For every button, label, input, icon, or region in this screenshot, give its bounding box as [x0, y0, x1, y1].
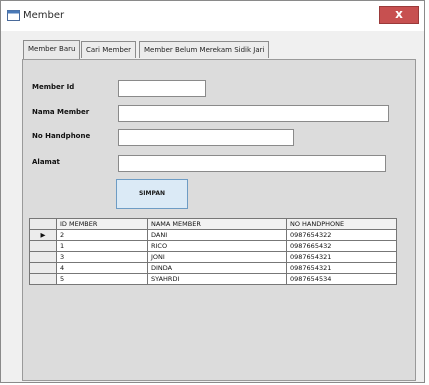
no-handphone-cell[interactable]: 0987654321	[286, 262, 397, 274]
row-selector[interactable]	[29, 262, 57, 274]
table-row[interactable]: 3 JONI 0987654321	[29, 251, 397, 263]
simpan-button[interactable]: SIMPAN	[116, 179, 188, 209]
tab-member-baru[interactable]: Member Baru	[23, 40, 81, 59]
nama-member-cell[interactable]: DINDA	[147, 262, 287, 274]
nama-member-cell[interactable]: RICO	[147, 240, 287, 252]
tab-label: Cari Member	[86, 46, 132, 54]
nama-member-cell[interactable]: JONI	[147, 251, 287, 263]
table-row[interactable]: 1 RICO 0987665432	[29, 240, 397, 252]
no-handphone-cell[interactable]: 0987654534	[286, 273, 397, 285]
table-header-row: ID MEMBER NAMA MEMBER NO HANDPHONE	[29, 218, 397, 230]
app-icon	[7, 10, 20, 21]
table-row[interactable]: ▶ 2 DANI 0987654322	[29, 229, 397, 241]
row-selector[interactable]	[29, 251, 57, 263]
row-selector[interactable]	[29, 240, 57, 252]
table-row[interactable]: 4 DINDA 0987654321	[29, 262, 397, 274]
alamat-input[interactable]	[118, 155, 386, 172]
row-selector[interactable]: ▶	[29, 229, 57, 241]
no-handphone-cell[interactable]: 0987654322	[286, 229, 397, 241]
tab-label: Member Belum Merekam Sidik Jari	[144, 46, 265, 54]
no-handphone-label: No Handphone	[32, 132, 91, 140]
title-bar[interactable]: Member x	[1, 1, 424, 31]
window-title: Member	[23, 10, 65, 21]
column-header[interactable]: NO HANDPHONE	[286, 218, 397, 230]
nama-member-label: Nama Member	[32, 108, 90, 116]
no-handphone-input[interactable]	[118, 129, 294, 146]
simpan-label: SIMPAN	[138, 190, 166, 197]
nama-member-cell[interactable]: DANI	[147, 229, 287, 241]
id-member-cell[interactable]: 3	[56, 251, 148, 263]
triangle-right-icon: ▶	[40, 231, 46, 239]
tab-cari-member[interactable]: Cari Member	[81, 41, 137, 58]
row-header-corner	[29, 218, 57, 230]
nama-member-cell[interactable]: SYAHRDI	[147, 273, 287, 285]
member-id-label: Member Id	[32, 83, 75, 91]
tab-label: Member Baru	[28, 45, 76, 53]
id-member-cell[interactable]: 4	[56, 262, 148, 274]
id-member-cell[interactable]: 2	[56, 229, 148, 241]
close-icon: x	[395, 7, 403, 21]
member-id-input[interactable]	[118, 80, 206, 97]
tab-panel-member-baru: Member Id Nama Member No Handphone Alama…	[22, 59, 416, 381]
tab-member-belum-merekam[interactable]: Member Belum Merekam Sidik Jari	[139, 41, 270, 58]
member-table: ID MEMBER NAMA MEMBER NO HANDPHONE ▶ 2 D…	[29, 218, 397, 285]
row-selector[interactable]	[29, 273, 57, 285]
no-handphone-cell[interactable]: 0987665432	[286, 240, 397, 252]
close-button[interactable]: x	[379, 6, 419, 24]
no-handphone-cell[interactable]: 0987654321	[286, 251, 397, 263]
id-member-cell[interactable]: 1	[56, 240, 148, 252]
column-header[interactable]: ID MEMBER	[56, 218, 148, 230]
id-member-cell[interactable]: 5	[56, 273, 148, 285]
column-header[interactable]: NAMA MEMBER	[147, 218, 287, 230]
nama-member-input[interactable]	[118, 105, 389, 122]
alamat-label: Alamat	[32, 158, 60, 166]
member-window: Member x Member Baru Cari Member Member …	[0, 0, 425, 383]
table-row[interactable]: 5 SYAHRDI 0987654534	[29, 273, 397, 285]
